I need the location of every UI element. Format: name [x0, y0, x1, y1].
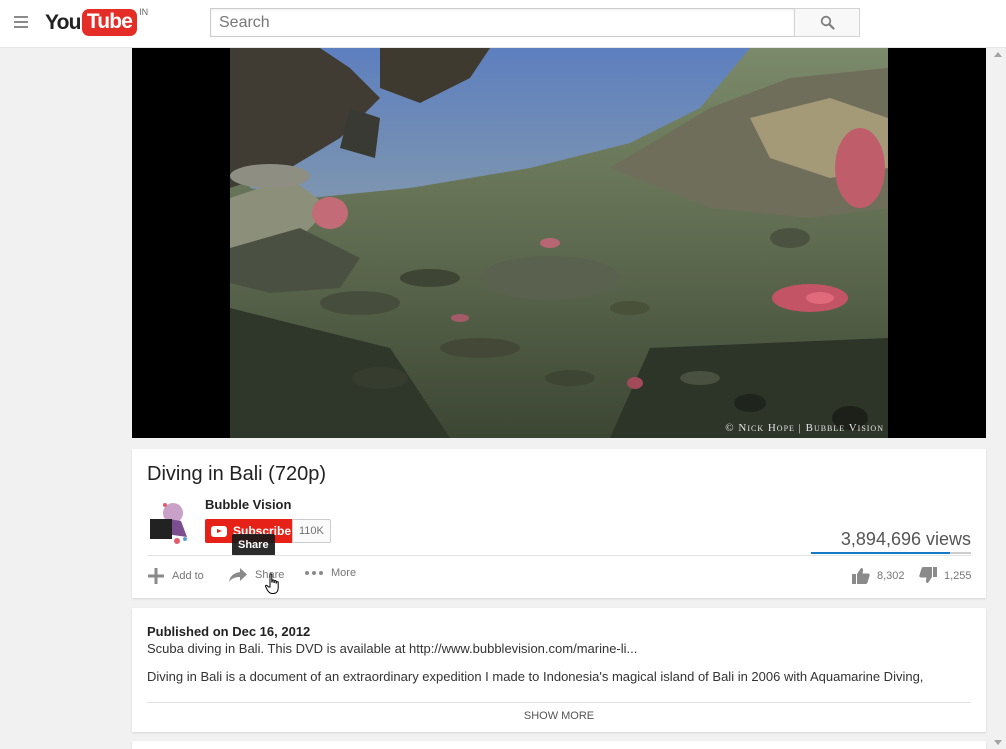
thumbs-down-icon	[919, 567, 937, 583]
scrollbar[interactable]	[990, 48, 1006, 749]
dislike-count: 1,255	[944, 569, 972, 582]
next-card	[132, 741, 986, 749]
logo-country-code: IN	[139, 7, 149, 17]
description-line-2: Diving in Bali is a document of an extra…	[147, 669, 924, 684]
youtube-play-icon	[211, 525, 227, 537]
add-icon	[148, 568, 164, 584]
divider	[147, 702, 971, 703]
video-title: Diving in Bali (720p)	[147, 463, 326, 485]
channel-name[interactable]: Bubble Vision	[205, 497, 291, 512]
like-button[interactable]: 8,302	[852, 567, 905, 584]
divider	[147, 555, 971, 556]
video-player[interactable]: © Nick Hope | Bubble Vision	[132, 48, 986, 438]
hamburger-icon[interactable]	[14, 16, 28, 28]
add-to-label: Add to	[172, 570, 204, 582]
more-label: More	[331, 567, 357, 579]
more-button[interactable]: More	[304, 567, 356, 579]
subscriber-count: 110K	[292, 519, 331, 543]
dislike-button[interactable]: 1,255	[919, 567, 972, 584]
logo-tube: Tube	[81, 9, 138, 36]
search-input[interactable]	[210, 8, 794, 37]
video-watermark: © Nick Hope | Bubble Vision	[725, 422, 884, 434]
video-frame-image	[230, 48, 888, 438]
search-button[interactable]	[794, 8, 860, 37]
sentiment-like-fill	[811, 552, 951, 554]
video-info-card: Diving in Bali (720p) Bubble Vision Subs…	[132, 449, 986, 598]
more-icon	[305, 571, 323, 575]
masthead: You Tube IN	[0, 0, 1006, 48]
view-count: 3,894,696 views	[840, 529, 971, 549]
hand-cursor-icon	[265, 573, 279, 594]
thumbs-up-icon	[852, 568, 870, 584]
sentiment-bar	[811, 552, 971, 554]
description-line-1: Scuba diving in Bali. This DVD is availa…	[147, 641, 638, 656]
search-bar	[210, 8, 860, 37]
description-card: Published on Dec 16, 2012 Scuba diving i…	[132, 608, 986, 732]
scroll-down-arrow-icon[interactable]	[994, 740, 1002, 745]
search-icon	[820, 15, 835, 30]
video-frame[interactable]: © Nick Hope | Bubble Vision	[230, 48, 888, 438]
share-tooltip: Share	[232, 534, 275, 556]
add-to-button[interactable]: Add to	[147, 567, 204, 585]
publish-date: Published on Dec 16, 2012	[147, 624, 311, 639]
like-count: 8,302	[877, 569, 905, 582]
scroll-up-arrow-icon[interactable]	[994, 52, 1002, 57]
channel-avatar[interactable]	[147, 497, 195, 545]
show-more-button[interactable]: SHOW MORE	[132, 710, 986, 722]
share-icon	[229, 568, 247, 582]
logo-you: You	[45, 11, 82, 34]
youtube-logo[interactable]: You Tube IN	[45, 7, 149, 39]
